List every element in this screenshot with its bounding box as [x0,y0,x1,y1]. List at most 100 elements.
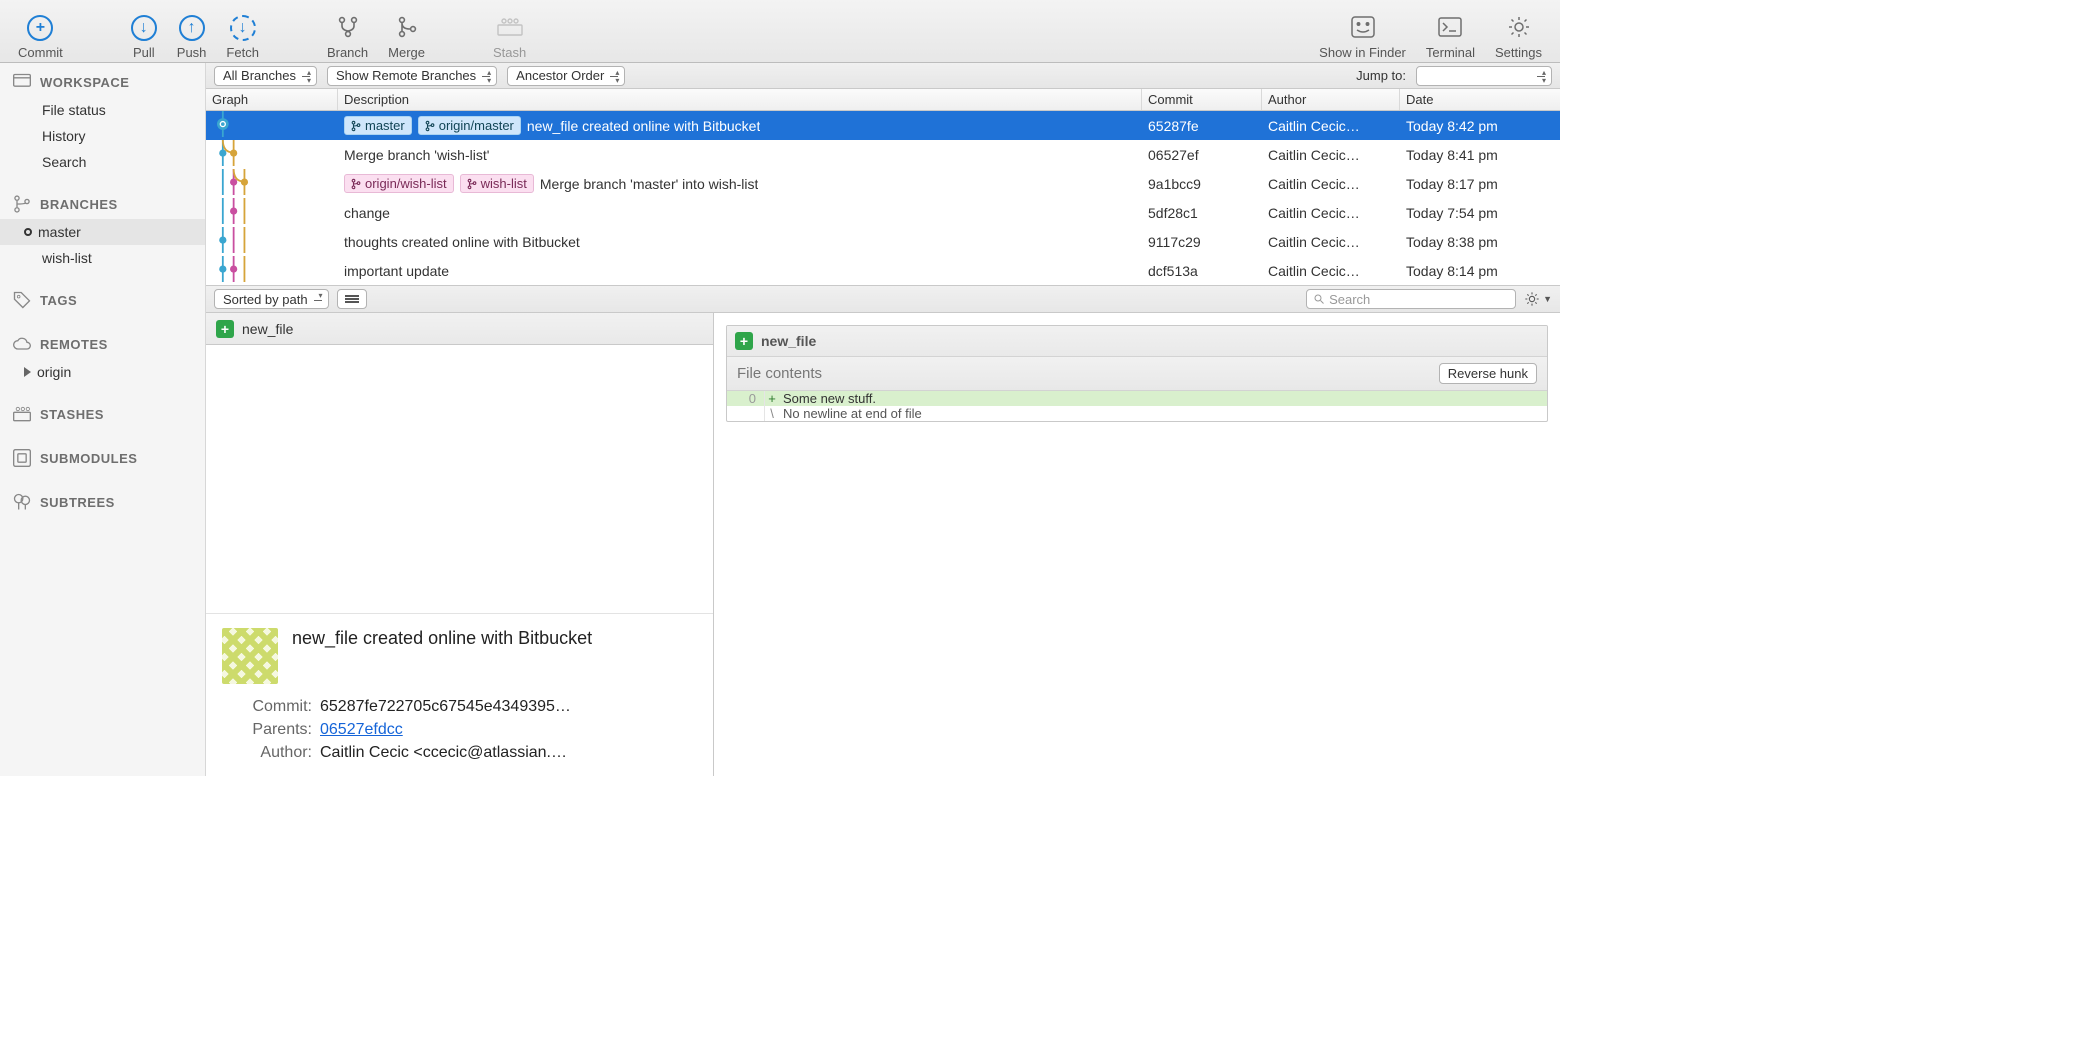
monitor-icon [12,72,32,92]
sidebar-section-stashes[interactable]: STASHES [0,395,205,429]
branch-icon [12,194,32,214]
header-date[interactable]: Date [1400,89,1560,110]
sidebar-section-tags[interactable]: TAGS [0,281,205,315]
parent-commit-link[interactable]: 06527efdcc [320,721,403,738]
commit-author: Caitlin Cecic… [1262,111,1400,140]
sort-select[interactable]: Sorted by path ▾ [214,289,329,309]
commit-date: Today 8:42 pm [1400,111,1560,140]
commit-title: new_file created online with Bitbucket [292,628,592,649]
commit-hash: 5df28c1 [1142,198,1262,227]
stash-button[interactable]: Stash [483,2,536,60]
commit-row[interactable]: origin/wish-list wish-list Merge branch 'm… [206,169,1560,198]
commit-author: Caitlin Cecic… [1262,256,1400,285]
branch-button[interactable]: Branch [317,2,378,60]
branch-icon [334,13,362,41]
commit-detail: new_file created online with Bitbucket C… [206,613,713,776]
sidebar-section-workspace[interactable]: WORKSPACE [0,63,205,97]
commit-hash: 9117c29 [1142,227,1262,256]
commit-author: Caitlin Cecic… [1262,198,1400,227]
list-view-button[interactable] [337,289,367,309]
branch-badge: origin/wish-list [344,174,454,193]
terminal-icon [1436,13,1464,41]
commit-date: Today 8:38 pm [1400,227,1560,256]
jump-to-select[interactable]: ▴▾ [1416,66,1552,86]
merge-button[interactable]: Merge [378,2,435,60]
sidebar-item-file-status[interactable]: File status [0,97,205,123]
commit-hash-full: 65287fe722705c67545e4349395… [320,698,697,716]
gear-icon [1505,13,1533,41]
commits-list: masterorigin/masternew_file created onli… [206,111,1560,285]
push-button[interactable]: ↑ Push [167,2,217,60]
search-icon [1313,293,1325,305]
commit-date: Today 7:54 pm [1400,198,1560,227]
commit-row[interactable]: Merge branch 'wish-list'06527efCaitlin C… [206,140,1560,169]
commit-row[interactable]: important updatedcf513aCaitlin Cecic…Tod… [206,256,1560,285]
current-branch-icon [24,228,32,236]
commit-date: Today 8:17 pm [1400,169,1560,198]
branch-filter-select[interactable]: All Branches ▴▾ [214,66,317,86]
terminal-button[interactable]: Terminal [1416,2,1485,60]
header-graph[interactable]: Graph [206,89,338,110]
commit-row[interactable]: masterorigin/masternew_file created onli… [206,111,1560,140]
sidebar-remote-origin[interactable]: origin [0,359,205,385]
parents-label: Parents: [222,721,312,739]
submodules-icon [12,448,32,468]
stash-icon [496,13,524,41]
file-name: new_file [242,321,293,337]
file-search-input[interactable]: Search [1306,289,1516,309]
subtrees-icon [12,492,32,512]
download-icon: ↓ [131,15,157,41]
sidebar-branch-master[interactable]: master [0,219,205,245]
author-avatar [222,628,278,684]
commit-date: Today 8:41 pm [1400,140,1560,169]
branch-badge: wish-list [460,174,534,193]
commit-button[interactable]: + Commit [8,2,73,60]
remote-filter-select[interactable]: Show Remote Branches ▴▾ [327,66,497,86]
diff-file-name: new_file [761,333,816,349]
commit-description: Merge branch 'master' into wish-list [540,176,759,192]
added-file-icon: + [735,332,753,350]
sidebar-item-search[interactable]: Search [0,149,205,175]
diff-panel: + new_file File contents Reverse hunk 0+… [714,313,1560,776]
main-panel: All Branches ▴▾ Show Remote Branches ▴▾ … [206,63,1560,776]
file-toolbar: Sorted by path ▾ Search ▼ [206,285,1560,313]
diff-line: \ No newline at end of file [727,406,1547,421]
commit-hash: 9a1bcc9 [1142,169,1262,198]
commit-row[interactable]: change 5df28c1Caitlin Cecic…Today 7:54 pm [206,198,1560,227]
author-label: Author: [222,744,312,762]
pull-button[interactable]: ↓ Pull [121,2,167,60]
plus-icon: + [27,15,53,41]
commit-row[interactable]: thoughts created online with Bitbucket91… [206,227,1560,256]
commit-author: Caitlin Cecic… [1262,169,1400,198]
header-author[interactable]: Author [1262,89,1400,110]
filter-bar: All Branches ▴▾ Show Remote Branches ▴▾ … [206,63,1560,89]
sidebar-section-branches[interactable]: BRANCHES [0,185,205,219]
reverse-hunk-button[interactable]: Reverse hunk [1439,363,1537,384]
file-options-button[interactable]: ▼ [1524,289,1552,309]
author-name-full: Caitlin Cecic <ccecic@atlassian.… [320,744,697,762]
header-commit[interactable]: Commit [1142,89,1262,110]
settings-button[interactable]: Settings [1485,2,1552,60]
cloud-icon [12,334,32,354]
sidebar-branch-wish-list[interactable]: wish-list [0,245,205,271]
branch-badge: origin/master [418,116,521,135]
diff-file-header: + new_file [727,326,1547,357]
commit-description: Merge branch 'wish-list' [344,147,489,163]
sidebar-item-history[interactable]: History [0,123,205,149]
sidebar-section-submodules[interactable]: SUBMODULES [0,439,205,473]
header-description[interactable]: Description [338,89,1142,110]
fetch-button[interactable]: ↓ Fetch [216,2,269,60]
disclosure-icon [24,367,31,377]
jump-to-label: Jump to: [1356,68,1406,83]
show-in-finder-button[interactable]: Show in Finder [1309,2,1416,60]
sidebar-section-remotes[interactable]: REMOTES [0,325,205,359]
top-toolbar: + Commit ↓ Pull ↑ Push ↓ Fetch Branch [0,0,1560,63]
commit-hash: 06527ef [1142,140,1262,169]
file-row[interactable]: + new_file [206,313,713,345]
sidebar-section-subtrees[interactable]: SUBTREES [0,483,205,517]
commit-description: change [344,205,390,221]
added-file-icon: + [216,320,234,338]
commit-label: Commit: [222,698,312,716]
commit-hash: 65287fe [1142,111,1262,140]
order-select[interactable]: Ancestor Order ▴▾ [507,66,625,86]
